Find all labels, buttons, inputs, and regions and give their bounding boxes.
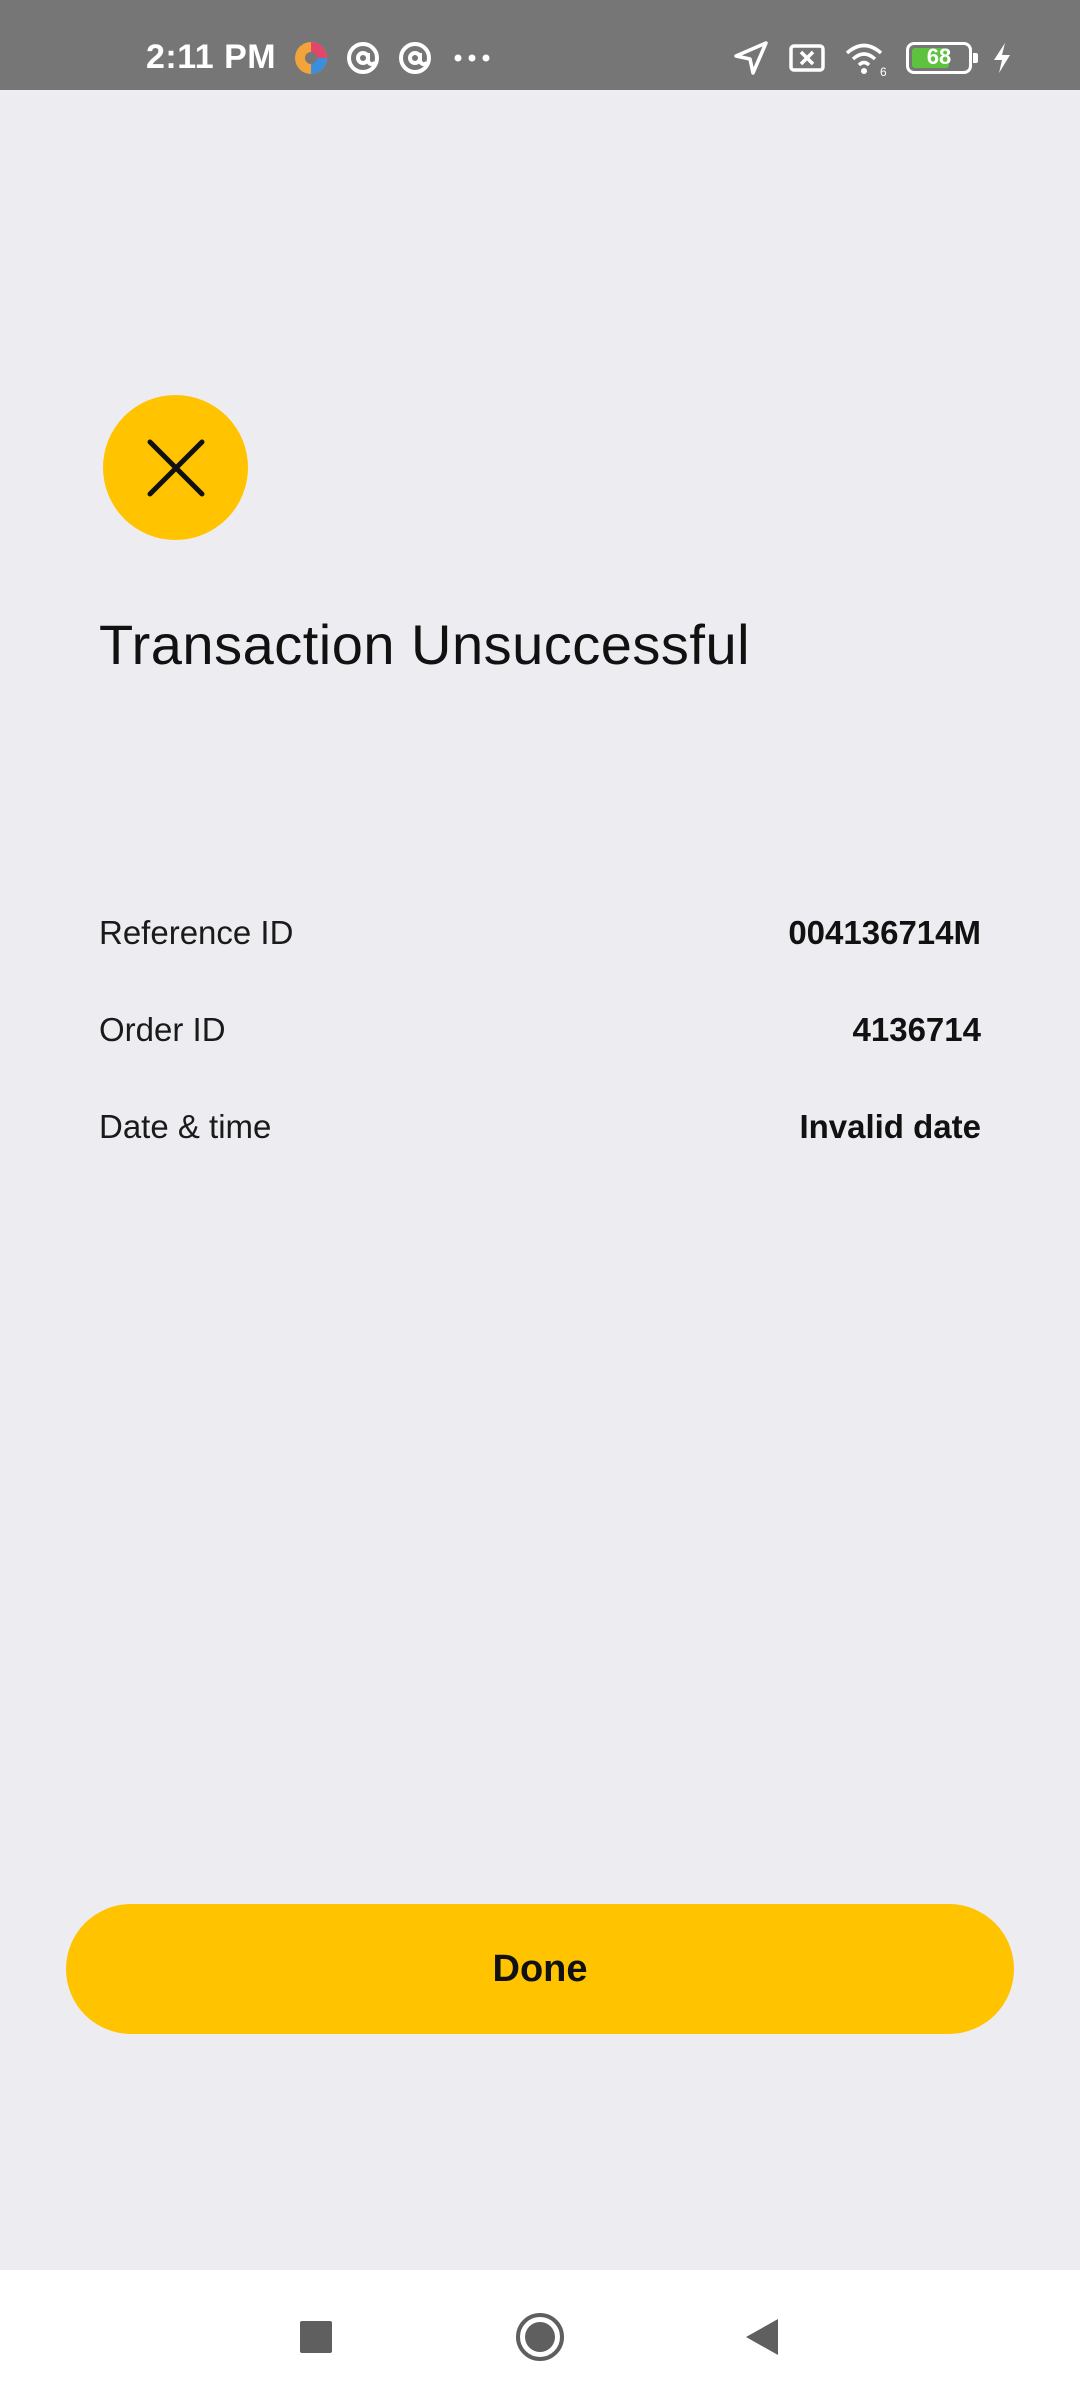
at-sign-icon (399, 42, 431, 74)
recents-square-icon (300, 2321, 332, 2353)
more-dots-icon (454, 54, 490, 62)
wifi-icon: 6 (845, 43, 887, 77)
page-title: Transaction Unsuccessful (99, 613, 751, 676)
svg-text:6: 6 (880, 65, 887, 77)
system-navigation-bar (0, 2270, 1080, 2400)
status-time: 2:11 PM (146, 38, 277, 76)
detail-row-reference-id: Reference ID 004136714M (99, 908, 981, 958)
at-sign-icon (347, 42, 379, 74)
charging-bolt-icon (994, 43, 1010, 73)
detail-row-order-id: Order ID 4136714 (99, 1005, 981, 1055)
reference-id-label: Reference ID (99, 914, 294, 951)
app-notification-icon (295, 42, 327, 74)
home-button[interactable] (515, 2312, 565, 2362)
close-icon (147, 439, 204, 496)
reference-id-value: 004136714M (788, 914, 981, 951)
detail-row-date-time: Date & time Invalid date (99, 1102, 981, 1152)
battery-icon: 68 (906, 42, 978, 74)
back-button[interactable] (737, 2312, 787, 2362)
recents-button[interactable] (291, 2312, 341, 2362)
no-sim-icon (789, 44, 825, 72)
done-button[interactable]: Done (66, 1904, 1014, 2034)
home-circle-icon (516, 2313, 564, 2361)
transaction-failed-badge (103, 395, 248, 540)
date-time-label: Date & time (99, 1108, 272, 1145)
back-triangle-icon (746, 2319, 778, 2355)
status-system-icons: 6 68 (732, 38, 1014, 78)
date-time-value: Invalid date (799, 1108, 981, 1145)
battery-level-text: 68 (926, 44, 952, 69)
battery-nub (973, 53, 978, 63)
status-notification-icons (292, 38, 496, 78)
order-id-label: Order ID (99, 1011, 226, 1048)
status-bar: 2:11 PM 6 68 (0, 0, 1080, 90)
order-id-value: 4136714 (852, 1011, 981, 1048)
location-arrow-icon (734, 41, 768, 75)
